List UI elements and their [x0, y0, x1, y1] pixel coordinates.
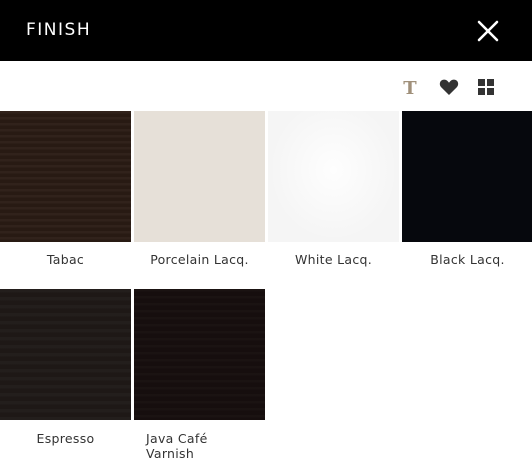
swatch-label: Porcelain Lacq. [150, 252, 249, 267]
swatch-java-cafe-varnish[interactable] [134, 289, 265, 420]
header-bar: FINISH [0, 0, 532, 61]
swatch-label-line: Java Café [146, 431, 208, 446]
swatch-image [134, 111, 265, 242]
heart-icon [438, 76, 460, 98]
swatch-tabac[interactable] [0, 111, 131, 242]
page-title: FINISH [26, 20, 92, 40]
swatch-label: Black Lacq. [430, 252, 505, 267]
text-icon: T [399, 76, 421, 98]
favorites-button[interactable] [438, 76, 460, 98]
swatch-label: Tabac [46, 252, 85, 267]
swatch-label: Java Café Varnish [146, 431, 277, 461]
close-icon [474, 17, 502, 45]
swatch-image [0, 111, 131, 242]
grid-view-button[interactable] [475, 76, 497, 98]
swatch-image [268, 111, 399, 242]
swatch-porcelain-lacq[interactable] [134, 111, 265, 242]
swatch-image [0, 289, 131, 420]
swatch-label: White Lacq. [294, 252, 373, 267]
swatch-image [402, 111, 532, 242]
swatch-label: Espresso [36, 431, 95, 446]
swatch-espresso[interactable] [0, 289, 131, 420]
swatch-label-line: Varnish [146, 446, 195, 461]
close-button[interactable] [474, 17, 502, 45]
swatch-white-lacq[interactable] [268, 111, 399, 242]
text-view-button[interactable]: T [399, 76, 421, 98]
grid-icon [475, 76, 497, 98]
text-icon-glyph: T [403, 78, 417, 98]
swatch-black-lacq[interactable] [402, 111, 532, 242]
swatch-image [134, 289, 265, 420]
